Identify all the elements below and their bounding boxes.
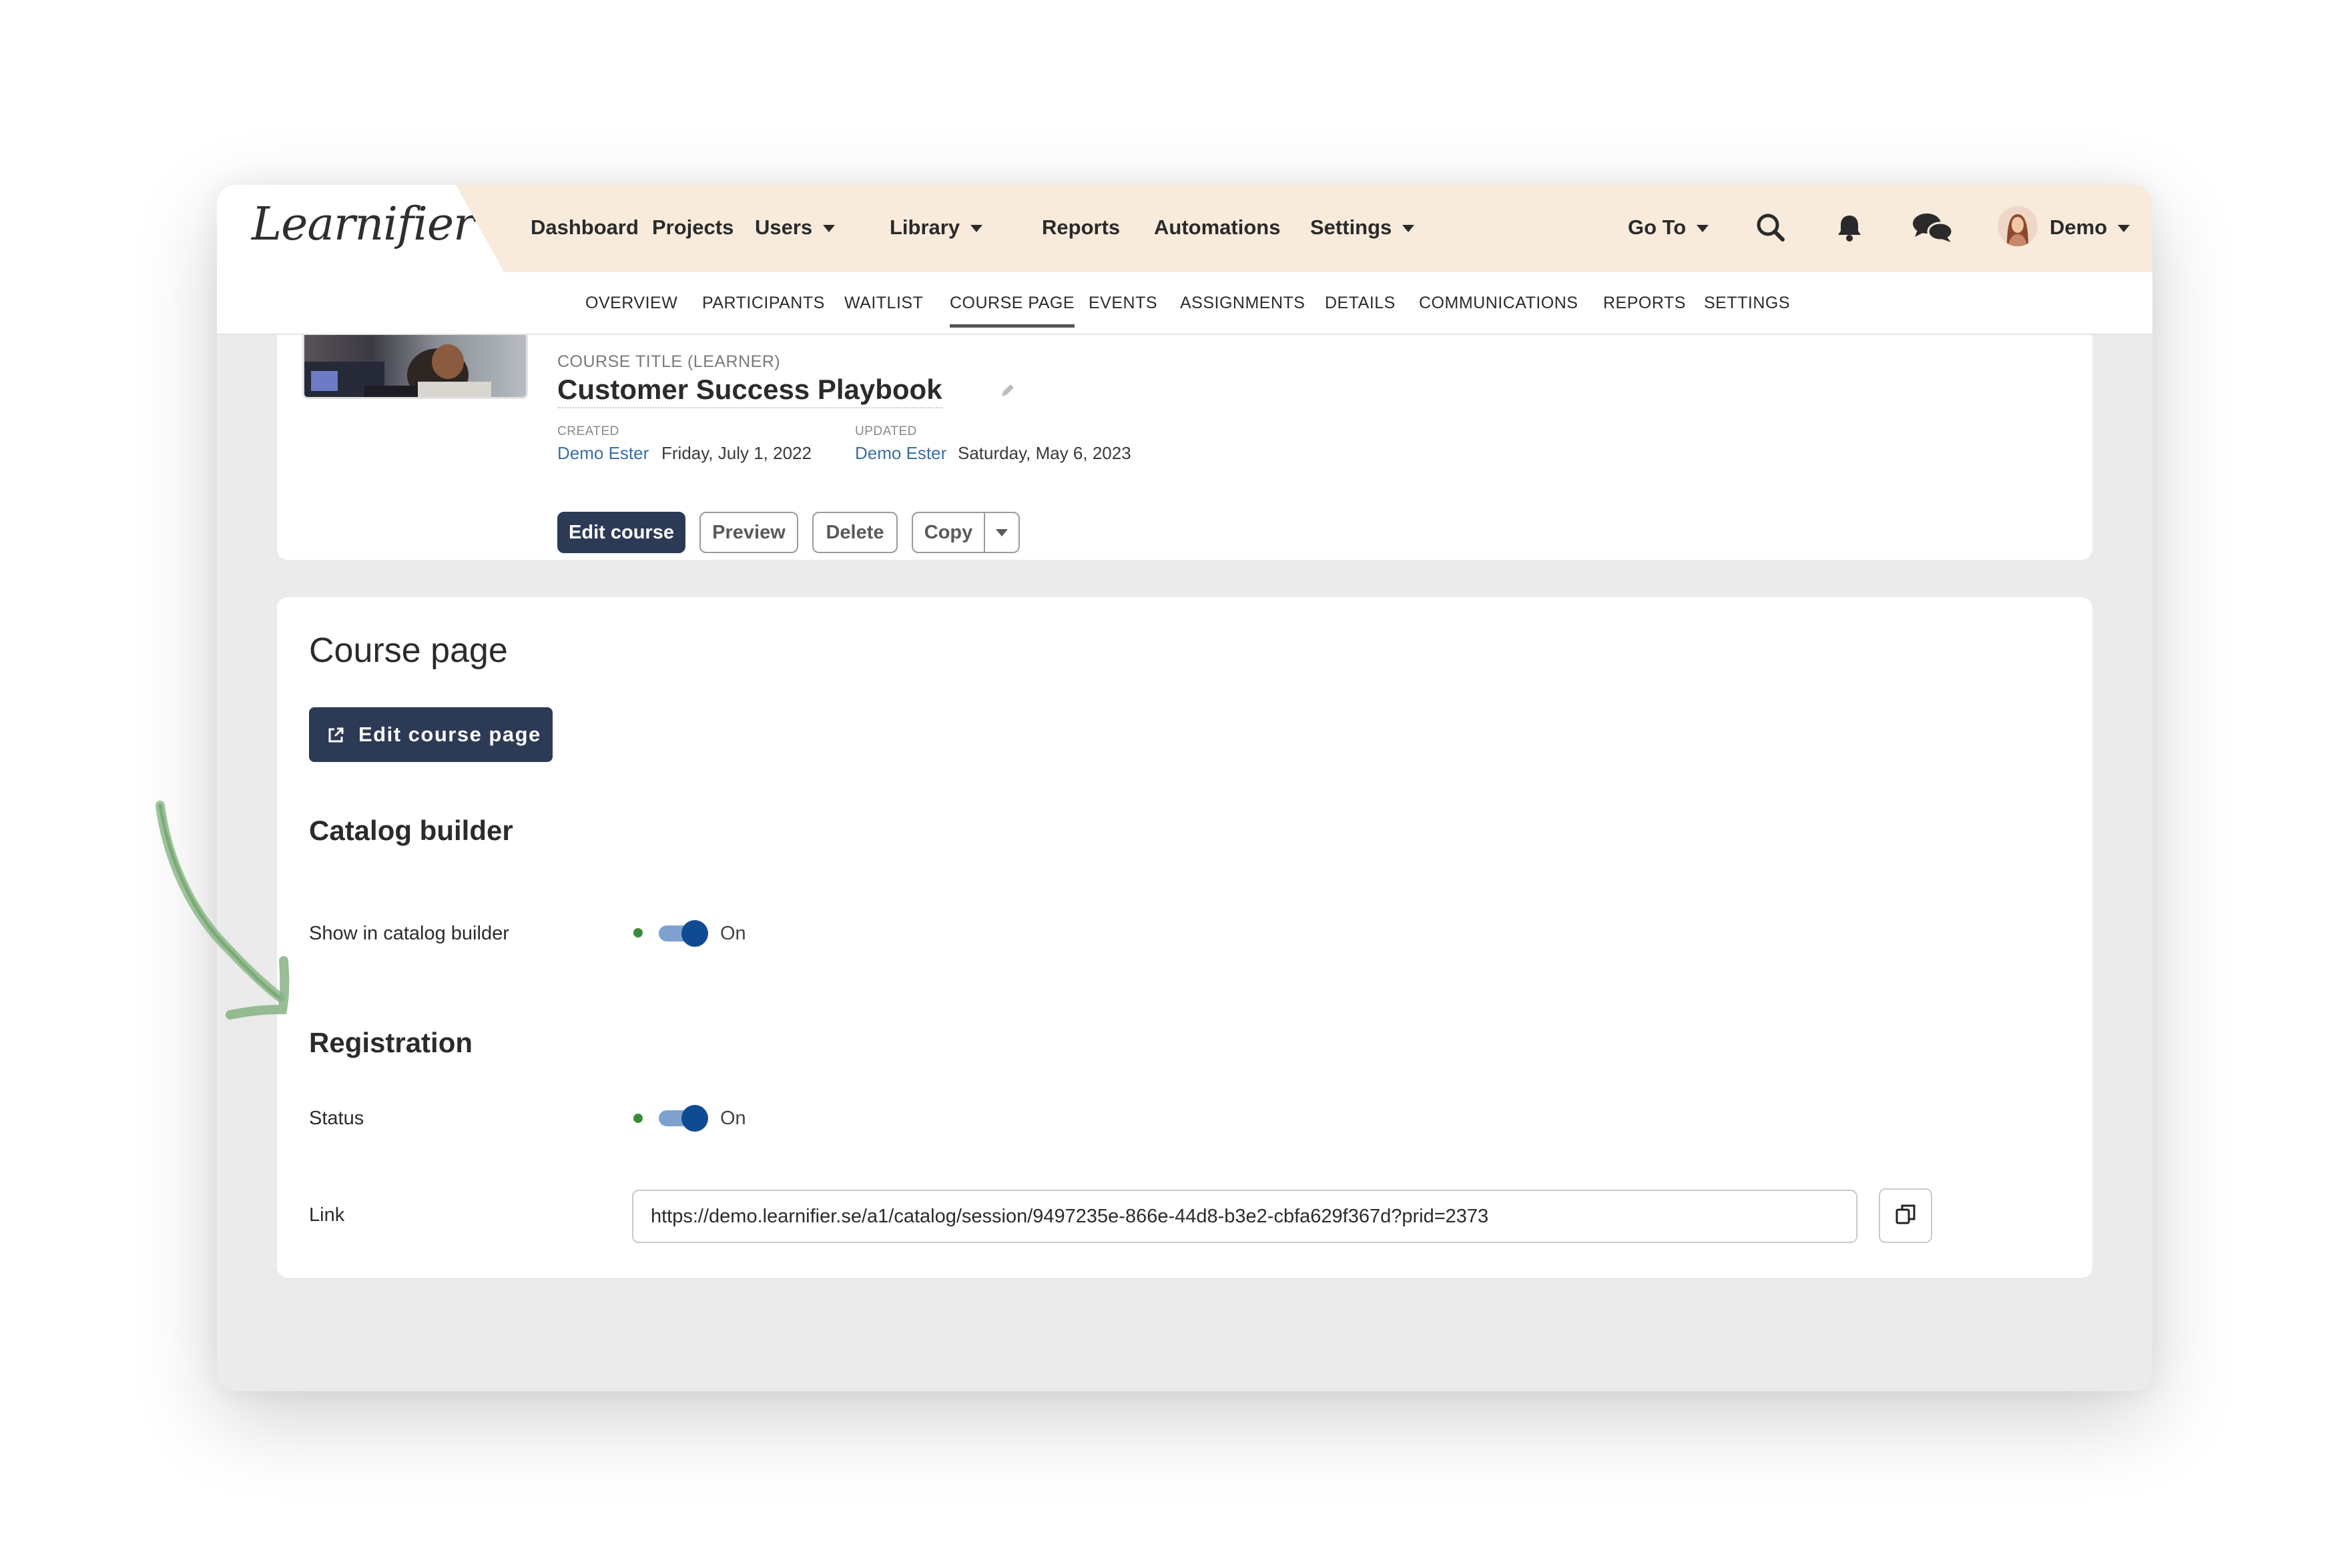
created-label: CREATED <box>557 424 619 438</box>
status-dot <box>633 1114 643 1123</box>
registration-status-toggle[interactable] <box>657 1105 708 1132</box>
created-by-link[interactable]: Demo Ester <box>557 443 649 464</box>
updated-label: UPDATED <box>855 424 917 438</box>
goto-menu[interactable]: Go To <box>1628 214 1709 241</box>
tab-waitlist[interactable]: WAITLIST <box>844 294 923 313</box>
tab-communications[interactable]: COMMUNICATIONS <box>1419 294 1578 313</box>
chat-icon[interactable] <box>1909 209 1956 246</box>
course-page-card: Course page Edit course page Catalog bui… <box>277 597 2092 1278</box>
nav-projects[interactable]: Projects <box>652 214 733 241</box>
chevron-down-icon <box>1402 225 1415 233</box>
course-title-label: COURSE TITLE (LEARNER) <box>557 352 781 371</box>
search-icon[interactable] <box>1752 209 1789 246</box>
nav-dashboard[interactable]: Dashboard <box>531 214 639 241</box>
course-page-heading: Course page <box>309 631 508 670</box>
annotation-arrow-icon <box>156 801 290 1020</box>
chevron-down-icon <box>970 225 983 233</box>
pencil-icon[interactable] <box>999 382 1016 402</box>
show-in-catalog-label: Show in catalog builder <box>309 923 509 944</box>
copy-button[interactable]: Copy <box>912 512 985 553</box>
course-title[interactable]: Customer Success Playbook <box>557 374 942 408</box>
nav-settings[interactable]: Settings <box>1310 214 1415 241</box>
registration-heading: Registration <box>309 1027 473 1058</box>
tab-participants[interactable]: PARTICIPANTS <box>702 294 825 313</box>
updated-by-link[interactable]: Demo Ester <box>855 443 946 464</box>
logo-area: Learnifier <box>217 185 504 272</box>
chevron-down-icon <box>823 225 836 233</box>
catalog-builder-toggle[interactable] <box>657 920 708 947</box>
avatar[interactable] <box>1998 206 2038 246</box>
user-menu[interactable]: Demo <box>2050 214 2130 241</box>
registration-link-field[interactable]: https://demo.learnifier.se/a1/catalog/se… <box>632 1190 1857 1243</box>
catalog-toggle-state: On <box>720 923 746 944</box>
chevron-down-icon <box>2118 225 2130 233</box>
tab-assignments[interactable]: ASSIGNMENTS <box>1180 294 1305 313</box>
edit-course-page-button[interactable]: Edit course page <box>309 707 553 762</box>
tab-overview[interactable]: OVERVIEW <box>585 294 677 313</box>
tab-details[interactable]: DETAILS <box>1325 294 1396 313</box>
course-thumbnail <box>302 335 528 399</box>
tab-events[interactable]: EVENTS <box>1089 294 1157 313</box>
copy-options-dropdown[interactable] <box>984 512 1020 553</box>
chevron-down-icon <box>996 528 1008 536</box>
status-dot <box>633 928 643 937</box>
link-label: Link <box>309 1204 345 1226</box>
preview-button[interactable]: Preview <box>699 512 798 553</box>
catalog-builder-heading: Catalog builder <box>309 815 513 846</box>
tab-reports[interactable]: REPORTS <box>1603 294 1686 313</box>
course-tabs: OVERVIEW PARTICIPANTS WAITLIST COURSE PA… <box>217 272 2152 335</box>
bell-icon[interactable] <box>1831 209 1868 246</box>
tab-course-page[interactable]: COURSE PAGE <box>950 294 1075 328</box>
nav-library[interactable]: Library <box>890 214 983 241</box>
nav-users[interactable]: Users <box>755 214 836 241</box>
status-toggle-state: On <box>720 1108 746 1129</box>
copy-icon <box>1894 1203 1917 1229</box>
updated-date: Saturday, May 6, 2023 <box>958 443 1131 463</box>
edit-course-page-label: Edit course page <box>358 723 541 746</box>
course-header-card: COURSE TITLE (LEARNER) Customer Success … <box>277 335 2092 560</box>
nav-automations[interactable]: Automations <box>1154 214 1280 241</box>
status-label: Status <box>309 1108 364 1129</box>
top-navigation-bar: Learnifier Dashboard Projects Users Libr… <box>217 185 2152 272</box>
chevron-down-icon <box>1697 225 1709 233</box>
learnifier-logo[interactable]: Learnifier <box>252 198 475 251</box>
copy-link-button[interactable] <box>1879 1188 1932 1243</box>
external-link-icon <box>326 726 345 750</box>
app-window: Learnifier Dashboard Projects Users Libr… <box>217 185 2152 1391</box>
tab-settings[interactable]: SETTINGS <box>1704 294 1790 313</box>
delete-button[interactable]: Delete <box>812 512 898 553</box>
created-date: Friday, July 1, 2022 <box>661 443 812 463</box>
nav-reports[interactable]: Reports <box>1042 214 1120 241</box>
edit-course-button[interactable]: Edit course <box>557 512 685 553</box>
